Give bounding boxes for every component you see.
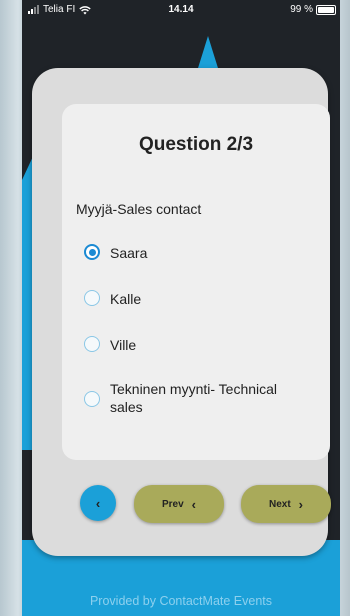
radio-icon[interactable]	[84, 290, 100, 306]
status-bar: Telia FI 14.14 99 %	[22, 0, 340, 22]
option-technical-sales[interactable]: Tekninen myynti- Technical sales	[84, 380, 300, 416]
chevron-left-icon: ‹	[191, 496, 197, 512]
option-label: Kalle	[110, 291, 142, 307]
footer-credit: Provided by ContactMate Events	[89, 594, 273, 608]
prev-label: Prev	[161, 498, 184, 510]
option-saara[interactable]: Saara	[84, 244, 147, 262]
chevron-right-icon: ›	[298, 496, 304, 512]
radio-icon[interactable]	[84, 391, 100, 407]
option-label: Ville	[110, 337, 137, 353]
chevron-left-icon: ‹	[95, 495, 101, 511]
status-right: 99 %	[290, 4, 336, 15]
option-label: Saara	[110, 245, 148, 261]
question-panel: Question 2/3 Myyjä-Sales contact Saara K…	[62, 104, 330, 460]
next-label: Next	[268, 498, 291, 510]
prev-button[interactable]: Prev ‹	[134, 485, 224, 523]
option-kalle[interactable]: Kalle	[84, 290, 141, 308]
radio-icon[interactable]	[84, 336, 100, 352]
phone-screen: Telia FI 14.14 99 % Question 2/3 Myyjä-S…	[22, 0, 340, 616]
option-label: Tekninen myynti- Technical sales	[110, 381, 278, 415]
option-ville[interactable]: Ville	[84, 336, 136, 354]
battery-percent: 99 %	[290, 4, 313, 15]
quiz-card: Question 2/3 Myyjä-Sales contact Saara K…	[32, 68, 331, 556]
radio-selected-icon[interactable]	[84, 244, 100, 260]
next-button[interactable]: Next ›	[241, 485, 331, 523]
question-text: Myyjä-Sales contact	[76, 201, 202, 217]
back-button[interactable]: ‹	[80, 485, 116, 521]
battery-icon	[316, 4, 336, 15]
question-title: Question 2/3	[138, 134, 254, 155]
